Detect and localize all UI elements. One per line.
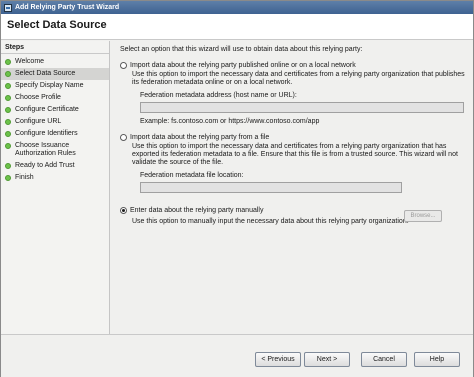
step-status-icon: [5, 163, 11, 169]
step-label: Configure Certificate: [15, 106, 79, 113]
help-button[interactable]: Help: [414, 352, 460, 367]
option-file-row[interactable]: Import data about the relying party from…: [120, 134, 473, 141]
steps-title: Steps: [1, 41, 109, 54]
option-online-description: Use this option to import the necessary …: [132, 71, 465, 86]
step-label: Select Data Source: [15, 70, 76, 77]
intro-text: Select an option that this wizard will u…: [120, 46, 363, 53]
previous-button[interactable]: < Previous: [255, 352, 301, 367]
step-configure-certificate: Configure Certificate: [1, 104, 109, 116]
next-button[interactable]: Next >: [304, 352, 350, 367]
step-choose-issuance-authorization-rules: Choose Issuance Authorization Rules: [1, 140, 109, 160]
option-file-radio[interactable]: [120, 134, 127, 141]
step-configure-identifiers: Configure Identifiers: [1, 128, 109, 140]
step-status-icon: [5, 59, 11, 65]
page-header: Select Data Source: [1, 14, 473, 40]
step-status-icon: [5, 119, 11, 125]
metadata-address-label: Federation metadata address (host name o…: [140, 92, 297, 99]
wizard-app-icon: [4, 3, 12, 12]
browse-button[interactable]: Browse...: [404, 210, 442, 222]
step-label: Specify Display Name: [15, 82, 84, 89]
step-specify-display-name: Specify Display Name: [1, 80, 109, 92]
step-status-icon: [5, 107, 11, 113]
metadata-file-input[interactable]: [140, 182, 402, 193]
option-manual-label[interactable]: Enter data about the relying party manua…: [130, 207, 263, 214]
metadata-file-label: Federation metadata file location:: [140, 172, 244, 179]
step-label: Choose Profile: [15, 94, 61, 101]
step-status-icon: [5, 175, 11, 181]
option-online-radio[interactable]: [120, 62, 127, 69]
step-welcome: Welcome: [1, 56, 109, 68]
title-bar[interactable]: Add Relying Party Trust Wizard: [1, 1, 473, 14]
step-status-icon: [5, 131, 11, 137]
metadata-address-example: Example: fs.contoso.com or https://www.c…: [140, 118, 320, 125]
option-online-row[interactable]: Import data about the relying party publ…: [120, 62, 473, 69]
option-file-label[interactable]: Import data about the relying party from…: [130, 134, 269, 141]
wizard-footer: < Previous Next > Cancel Help: [1, 334, 473, 377]
step-label: Finish: [15, 174, 34, 181]
step-status-icon: [5, 143, 11, 149]
window-title: Add Relying Party Trust Wizard: [15, 4, 120, 11]
wizard-window: Add Relying Party Trust Wizard Select Da…: [0, 0, 474, 377]
step-choose-profile: Choose Profile: [1, 92, 109, 104]
step-label: Ready to Add Trust: [15, 162, 75, 169]
content-pane: Select an option that this wizard will u…: [111, 41, 473, 334]
step-status-icon: [5, 71, 11, 77]
step-select-data-source: Select Data Source: [1, 68, 109, 80]
cancel-button[interactable]: Cancel: [361, 352, 407, 367]
step-label: Welcome: [15, 58, 45, 65]
metadata-address-input[interactable]: [140, 102, 464, 113]
page-title: Select Data Source: [7, 19, 107, 31]
step-label: Configure URL: [15, 118, 62, 125]
step-label: Configure Identifiers: [15, 130, 78, 137]
steps-pane: Steps Welcome Select Data Source Specify…: [1, 41, 110, 334]
step-configure-url: Configure URL: [1, 116, 109, 128]
step-label: Choose Issuance Authorization Rules: [15, 142, 76, 157]
step-status-icon: [5, 83, 11, 89]
step-status-icon: [5, 95, 11, 101]
option-file-description: Use this option to import the necessary …: [132, 143, 458, 166]
step-ready-to-add-trust: Ready to Add Trust: [1, 160, 109, 172]
option-manual-radio[interactable]: [120, 207, 127, 214]
step-finish: Finish: [1, 172, 109, 184]
option-online-label[interactable]: Import data about the relying party publ…: [130, 62, 356, 69]
